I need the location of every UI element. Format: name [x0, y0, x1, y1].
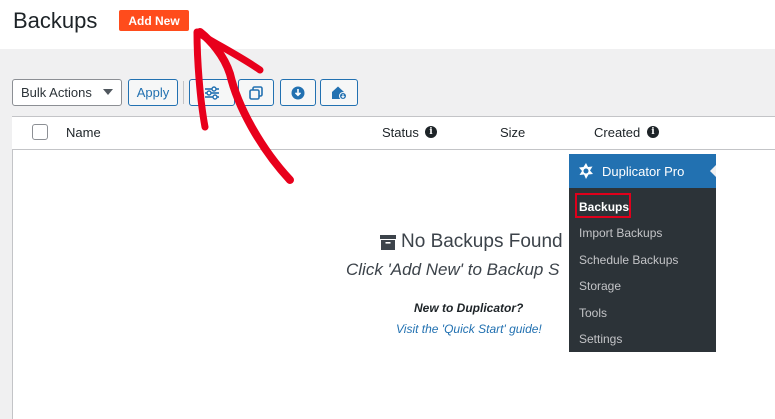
quick-start-link[interactable]: Visit the 'Quick Start' guide! [396, 322, 542, 336]
duplicator-logo-icon [579, 163, 593, 179]
menu-header-duplicator-pro[interactable]: Duplicator Pro [569, 154, 716, 188]
page-header [0, 0, 775, 49]
import-button[interactable] [320, 79, 358, 106]
bulk-actions-select[interactable]: Bulk Actions [12, 79, 122, 106]
download-icon [291, 86, 305, 99]
download-button[interactable] [280, 79, 316, 106]
column-name[interactable]: Name [66, 125, 101, 140]
chevron-down-icon [103, 89, 113, 95]
apply-button[interactable]: Apply [128, 79, 178, 106]
bulk-actions-label: Bulk Actions [21, 85, 92, 100]
menu-item-tools[interactable]: Tools [579, 306, 607, 320]
current-menu-arrow-icon [710, 165, 716, 177]
created-info-icon[interactable]: i [647, 126, 659, 138]
menu-item-storage[interactable]: Storage [579, 279, 621, 293]
backups-highlight-box [575, 193, 631, 218]
column-created[interactable]: Created [594, 125, 640, 140]
copy-button[interactable] [238, 79, 274, 106]
home-download-icon [332, 86, 347, 100]
menu-title: Duplicator Pro [602, 163, 685, 179]
archive-icon [380, 234, 396, 250]
menu-item-schedule-backups[interactable]: Schedule Backups [579, 253, 678, 267]
empty-state-title-text: No Backups Found [401, 231, 563, 252]
menu-item-import-backups[interactable]: Import Backups [579, 226, 662, 240]
new-to-duplicator-text: New to Duplicator? [414, 301, 524, 315]
page-title: Backups [13, 8, 98, 33]
filter-settings-button[interactable] [189, 79, 235, 106]
column-size[interactable]: Size [500, 125, 525, 140]
add-new-button[interactable]: Add New [119, 10, 189, 31]
menu-item-settings[interactable]: Settings [579, 332, 622, 346]
column-status[interactable]: Status [382, 125, 419, 140]
toolbar-divider [183, 81, 184, 104]
empty-state-title: No Backups Found [380, 231, 563, 253]
empty-state-subtitle: Click 'Add New' to Backup S [346, 260, 560, 279]
status-info-icon[interactable]: i [425, 126, 437, 138]
copy-icon [249, 85, 263, 100]
duplicator-admin-menu: Duplicator Pro Backups Import Backups Sc… [569, 154, 716, 352]
select-all-checkbox[interactable] [32, 124, 48, 140]
settings-sliders-icon [205, 85, 219, 100]
